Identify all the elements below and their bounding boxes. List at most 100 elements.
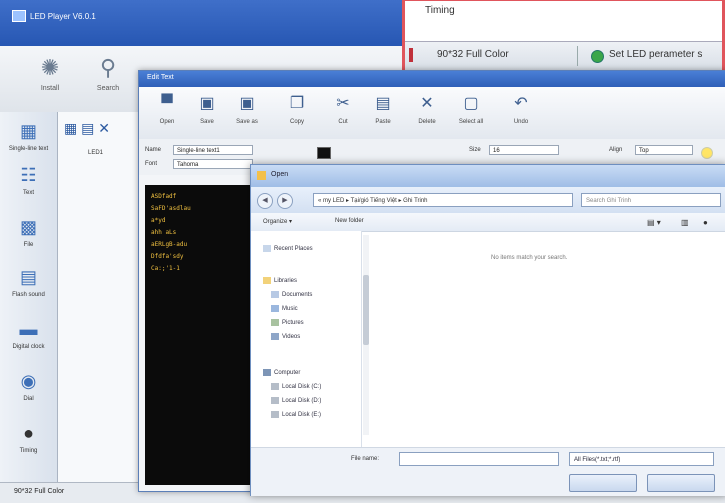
nav-label: Recent Places: [274, 246, 313, 253]
tree-node-led1[interactable]: LED1: [88, 150, 103, 156]
search-button[interactable]: ⚲ Search: [86, 54, 130, 92]
dialog-title: Open: [271, 171, 289, 178]
address-bar[interactable]: « my LED ▸ Tại/gió Tiếng Việt ▸ Ghi Trin…: [313, 193, 573, 207]
forward-button[interactable]: ▶: [277, 193, 293, 209]
nav-videos[interactable]: Videos: [271, 333, 300, 340]
sound-icon: ▤: [19, 267, 37, 287]
sidebar-item-file[interactable]: ▩ File: [0, 216, 57, 248]
sidebar-item-text[interactable]: ☷ Text: [0, 164, 57, 196]
settings-icon[interactable]: [591, 50, 604, 63]
sidebar-item-flash-sound[interactable]: ▤ Flash sound: [0, 266, 57, 298]
size-select[interactable]: 16: [489, 145, 559, 155]
save-as-label: Save as: [236, 119, 258, 125]
paste-button[interactable]: ▤ Paste: [365, 93, 401, 125]
status-marker: [409, 48, 413, 62]
folder-open-icon: ▀: [161, 95, 173, 112]
install-button[interactable]: ✺ Install: [28, 54, 72, 92]
nav-music[interactable]: Music: [271, 305, 298, 312]
select-all-button[interactable]: ▢ Select all: [453, 93, 489, 125]
nav-recent-places[interactable]: Recent Places: [263, 245, 313, 252]
empty-results-message: No items match your search.: [491, 255, 568, 261]
nav-local-disk-d[interactable]: Local Disk (D:): [271, 397, 321, 404]
align-label: Align: [609, 147, 623, 153]
inset-timing-label: Timing: [425, 5, 455, 16]
nav-pictures[interactable]: Pictures: [271, 319, 304, 326]
disk-icon: [271, 383, 279, 390]
sidebar-item-digital-clock[interactable]: ▬ Digital clock: [0, 318, 57, 350]
set-led-parameter-link[interactable]: Set LED perameter s: [609, 49, 702, 60]
sidebar-item-dial[interactable]: ◉ Dial: [0, 370, 57, 402]
open-confirm-button[interactable]: [569, 474, 637, 492]
new-folder-button[interactable]: New folder: [335, 218, 364, 224]
music-icon: [271, 305, 279, 312]
paste-label: Paste: [375, 119, 391, 125]
details-icon[interactable]: ▥: [681, 218, 689, 227]
cut-button[interactable]: ✂ Cut: [325, 93, 361, 125]
save-button[interactable]: ▣ Save: [189, 93, 225, 125]
sidebar-label: Flash sound: [12, 292, 45, 298]
nav-label: Local Disk (E:): [282, 412, 322, 419]
sidebar-item-timing[interactable]: ● Timing: [0, 422, 57, 454]
save-as-button[interactable]: ▣ Save as: [229, 93, 265, 125]
zoom-inset: Timing 90*32 Full Color Set LED peramete…: [402, 0, 725, 72]
dialog-title-bar: Open: [251, 165, 725, 187]
file-name-label: File name:: [351, 456, 380, 462]
sidebar-label: Digital clock: [12, 344, 45, 350]
name-label: Name: [145, 147, 162, 153]
dialog-bottom-row: File name: All Files(*.txt;*.rtf): [251, 447, 725, 496]
paste-icon: ▤: [375, 95, 391, 112]
disk-icon: [271, 397, 279, 404]
organize-button[interactable]: Organize ▾: [263, 218, 292, 225]
back-button[interactable]: ◀: [257, 193, 273, 209]
delete-button[interactable]: ✕ Delete: [409, 93, 445, 125]
undo-button[interactable]: ↶ Undo: [503, 93, 539, 125]
clock-icon: ▬: [19, 319, 38, 339]
copy-icon: ❐: [289, 95, 305, 112]
text-color-swatch[interactable]: [317, 147, 331, 159]
nav-local-disk-c[interactable]: Local Disk (C:): [271, 383, 321, 390]
name-input[interactable]: Single-line text1: [173, 145, 253, 155]
sidebar-item-single-line-text[interactable]: ▦ Single-line text: [0, 120, 57, 152]
font-select[interactable]: Tahoma: [173, 159, 253, 169]
documents-icon: [271, 291, 279, 298]
editor-line: a*yd: [151, 217, 166, 224]
dial-icon: ◉: [20, 371, 37, 391]
nav-documents[interactable]: Documents: [271, 291, 312, 298]
undo-icon: ↶: [514, 95, 528, 112]
cancel-button[interactable]: [647, 474, 715, 492]
nav-libraries[interactable]: Libraries: [263, 277, 297, 284]
disk-icon: [271, 411, 279, 418]
nav-local-disk-e[interactable]: Local Disk (E:): [271, 411, 321, 418]
save-as-icon: ▣: [239, 95, 255, 112]
nav-computer[interactable]: Computer: [263, 369, 300, 376]
save-label: Save: [200, 119, 214, 125]
edit-toolbar: ▀ Open ▣ Save ▣ Save as ❐ Copy ✂ Cut ▤ Paste ✕…: [139, 87, 725, 140]
nav-label: Pictures: [282, 320, 304, 327]
search-label: Search: [96, 85, 120, 92]
file-name-input[interactable]: [399, 452, 559, 466]
open-file-dialog: Open ◀ ▶ « my LED ▸ Tại/gió Tiếng Việt ▸…: [250, 164, 725, 496]
select-all-icon: ▢: [463, 95, 479, 112]
nav-label: Videos: [282, 334, 301, 341]
text-editor-area[interactable]: ASDfadf SaFD'asdlau a*yd ahh aLs aERLgB-…: [145, 185, 251, 485]
background-color-icon[interactable]: [701, 147, 713, 159]
timer-icon: ●: [23, 423, 34, 443]
nav-label: Documents: [282, 292, 313, 299]
search-input[interactable]: Search Ghi Trinh: [581, 193, 721, 207]
address-row: ◀ ▶ « my LED ▸ Tại/gió Tiếng Việt ▸ Ghi …: [251, 187, 725, 213]
align-select[interactable]: Top: [635, 145, 693, 155]
open-button[interactable]: ▀ Open: [149, 93, 185, 125]
copy-button[interactable]: ❐ Copy: [279, 93, 315, 125]
help-icon[interactable]: ●: [703, 218, 708, 227]
folder-icon: [257, 171, 266, 180]
nav-label: Computer: [274, 370, 301, 377]
nav-scrollbar[interactable]: [363, 235, 369, 435]
file-type-select[interactable]: All Files(*.txt;*.rtf): [569, 452, 714, 466]
pictures-icon: [271, 319, 279, 326]
scroll-thumb[interactable]: [363, 275, 369, 345]
tree-toolbar-icon[interactable]: ▦ ▤ ✕: [64, 120, 110, 137]
view-icon[interactable]: ▤ ▾: [647, 218, 661, 227]
picture-icon: ▩: [19, 217, 37, 237]
nav-label: Local Disk (D:): [282, 398, 322, 405]
delete-icon: ✕: [420, 95, 434, 112]
